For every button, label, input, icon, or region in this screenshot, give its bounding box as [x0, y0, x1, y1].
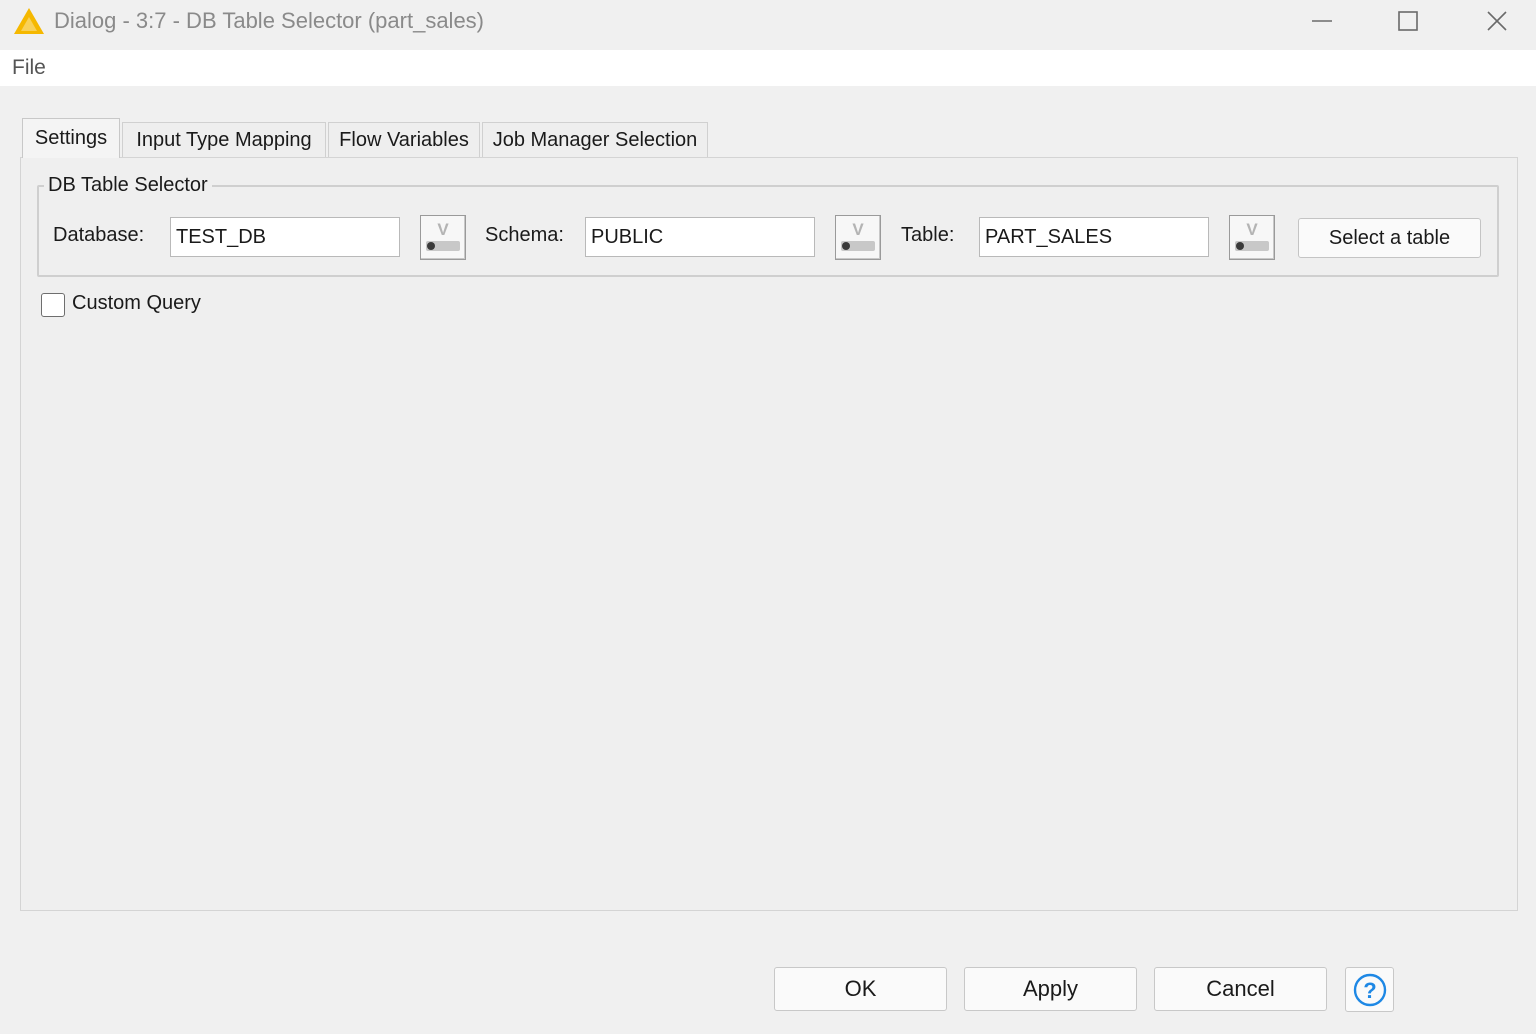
tab-settings[interactable]: Settings — [22, 118, 120, 158]
svg-text:?: ? — [1363, 978, 1376, 1003]
svg-text:V: V — [437, 220, 449, 239]
flow-variable-icon: V — [426, 220, 460, 251]
title-bar: Dialog - 3:7 - DB Table Selector (part_s… — [0, 0, 1536, 42]
menu-file[interactable]: File — [12, 56, 46, 80]
schema-flow-variable-button[interactable]: V — [835, 215, 881, 260]
maximize-icon — [1398, 11, 1418, 31]
schema-label: Schema: — [485, 224, 564, 246]
minimize-icon — [1312, 20, 1332, 22]
custom-query-checkbox[interactable] — [41, 293, 65, 317]
help-button[interactable]: ? — [1345, 967, 1394, 1012]
tab-job-manager-selection[interactable]: Job Manager Selection — [482, 122, 708, 158]
close-icon — [1487, 11, 1507, 31]
svg-text:V: V — [852, 220, 864, 239]
table-label: Table: — [901, 224, 955, 246]
tab-flow-variables[interactable]: Flow Variables — [328, 122, 480, 158]
custom-query-label[interactable]: Custom Query — [72, 292, 201, 315]
group-title: DB Table Selector — [44, 174, 212, 197]
apply-button[interactable]: Apply — [964, 967, 1137, 1011]
database-input[interactable] — [170, 217, 400, 257]
help-circle-icon: ? — [1353, 973, 1386, 1006]
select-table-button[interactable]: Select a table — [1298, 218, 1481, 258]
table-flow-variable-button[interactable]: V — [1229, 215, 1275, 260]
schema-input[interactable] — [585, 217, 815, 257]
knime-warning-triangle-icon — [14, 8, 44, 34]
tab-input-type-mapping[interactable]: Input Type Mapping — [122, 122, 326, 158]
database-flow-variable-button[interactable]: V — [420, 215, 466, 260]
flow-variable-icon: V — [1235, 220, 1269, 251]
maximize-button[interactable] — [1376, 0, 1440, 42]
database-label: Database: — [53, 224, 145, 246]
ok-button[interactable]: OK — [774, 967, 947, 1011]
close-button[interactable] — [1465, 0, 1529, 42]
minimize-button[interactable] — [1290, 0, 1354, 42]
svg-text:V: V — [1246, 220, 1258, 239]
flow-variable-icon: V — [841, 220, 875, 251]
table-input[interactable] — [979, 217, 1209, 257]
cancel-button[interactable]: Cancel — [1154, 967, 1327, 1011]
menu-bar: File — [0, 50, 1536, 86]
window-title: Dialog - 3:7 - DB Table Selector (part_s… — [54, 8, 485, 33]
